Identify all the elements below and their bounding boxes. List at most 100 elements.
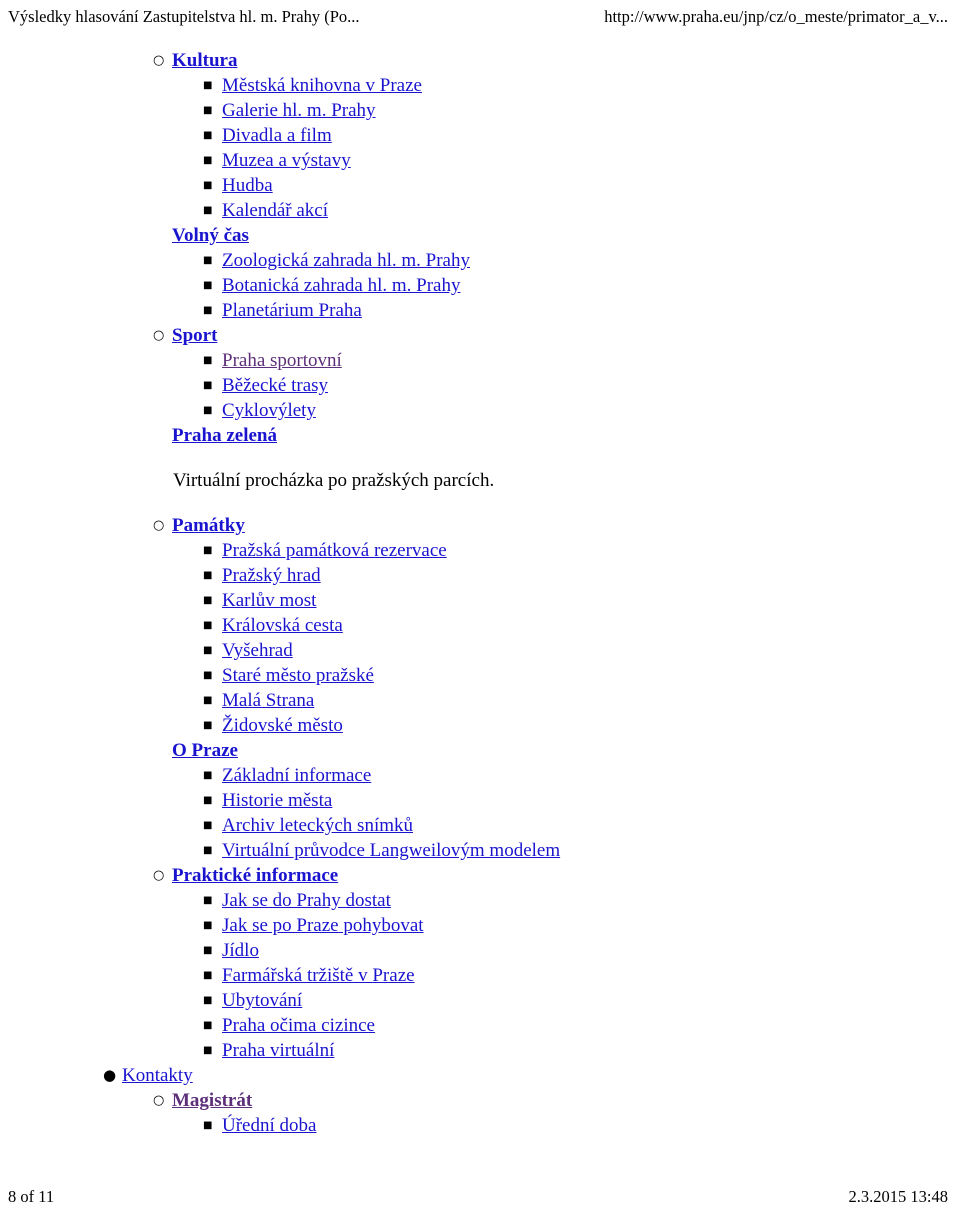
source-url: http://www.praha.eu/jnp/cz/o_meste/prima… xyxy=(604,7,948,26)
print-header: Výsledky hlasování Zastupitelstva hl. m.… xyxy=(0,0,960,34)
nav-label-slot: Památky xyxy=(172,513,245,538)
nav-link-jak-se-do-prahy-dostat[interactable]: Jak se do Prahy dostat xyxy=(222,890,391,911)
nav-link-jak-se-po-praze-pohybovat[interactable]: Jak se po Praze pohybovat xyxy=(222,915,424,936)
nav-row: ■ Královská cesta xyxy=(0,613,960,638)
nav-row: ■ Archiv leteckých snímků xyxy=(0,813,960,838)
nav-link-o-praze[interactable]: O Praze xyxy=(172,740,238,761)
nav-label-slot: Praha zelená xyxy=(172,423,277,448)
square-bullet-icon: ■ xyxy=(203,205,213,216)
nav-link-magistrat[interactable]: Magistrát xyxy=(172,1090,252,1111)
square-bullet-icon: ■ xyxy=(203,405,213,416)
square-bullet-icon: ■ xyxy=(203,545,213,556)
nav-label-slot: Praha sportovní xyxy=(222,348,342,373)
nav-row: ■ Planetárium Praha xyxy=(0,298,960,323)
nav-label-slot: Ubytování xyxy=(222,988,302,1013)
nav-label-slot: Historie města xyxy=(222,788,332,813)
document-title: Výsledky hlasování Zastupitelstva hl. m.… xyxy=(8,7,360,26)
nav-list-top: ○ Kultura ■ Městská knihovna v Praze ■ Galeri… xyxy=(0,48,960,448)
nav-link-cyklovylety[interactable]: Cyklovýlety xyxy=(222,400,316,421)
nav-link-vysehrad[interactable]: Vyšehrad xyxy=(222,640,293,661)
nav-link-zidovske-mesto[interactable]: Židovské město xyxy=(222,715,343,736)
nav-row: ■ Staré město pražské xyxy=(0,663,960,688)
nav-row: ■ Virtuální průvodce Langweilovým modelem xyxy=(0,838,960,863)
nav-link-zakladni-informace[interactable]: Základní informace xyxy=(222,765,371,786)
nav-label-slot: Židovské město xyxy=(222,713,343,738)
nav-row: ■ Jak se po Praze pohybovat xyxy=(0,913,960,938)
nav-row: ● Kontakty xyxy=(0,1063,960,1088)
nav-link-prazsky-hrad[interactable]: Pražský hrad xyxy=(222,565,321,586)
nav-link-kultura[interactable]: Kultura xyxy=(172,50,237,71)
nav-label-slot: Praha virtuální xyxy=(222,1038,334,1063)
nav-row: ■ Pražská památková rezervace xyxy=(0,538,960,563)
nav-label-slot: Pražská památková rezervace xyxy=(222,538,447,563)
nav-link-prazska-pamatkova-rezervace[interactable]: Pražská památková rezervace xyxy=(222,540,447,561)
nav-link-mala-strana[interactable]: Malá Strana xyxy=(222,690,314,711)
nav-link-stare-mesto-prazske[interactable]: Staré město pražské xyxy=(222,665,374,686)
nav-link-prakticke-informace[interactable]: Praktické informace xyxy=(172,865,338,886)
nav-link-historie-mesta[interactable]: Historie města xyxy=(222,790,332,811)
nav-row: ■ Kalendář akcí xyxy=(0,198,960,223)
nav-link-ubytovani[interactable]: Ubytování xyxy=(222,990,302,1011)
nav-link-praha-virtualni[interactable]: Praha virtuální xyxy=(222,1040,334,1061)
nav-label-slot: Městská knihovna v Praze xyxy=(222,73,422,98)
nav-link-hudba[interactable]: Hudba xyxy=(222,175,273,196)
square-bullet-icon: ■ xyxy=(203,645,213,656)
nav-label-slot: Botanická zahrada hl. m. Prahy xyxy=(222,273,460,298)
print-footer: 8 of 11 2.3.2015 13:48 xyxy=(0,1184,960,1206)
square-bullet-icon: ■ xyxy=(203,595,213,606)
nav-row: ■ Jak se do Prahy dostat xyxy=(0,888,960,913)
nav-link-muzea-a-vystavy[interactable]: Muzea a výstavy xyxy=(222,150,351,171)
nav-row: ○ Sport xyxy=(0,323,960,348)
nav-link-praha-sportovni[interactable]: Praha sportovní xyxy=(222,350,342,371)
nav-label-slot: Volný čas xyxy=(172,223,249,248)
nav-link-archiv-leteckych-snimku[interactable]: Archiv leteckých snímků xyxy=(222,815,413,836)
nav-row: ■ Židovské město xyxy=(0,713,960,738)
nav-label-slot: Zoologická zahrada hl. m. Prahy xyxy=(222,248,470,273)
nav-link-praha-zelena[interactable]: Praha zelená xyxy=(172,425,277,446)
nav-link-zoologicka-zahrada-hl-m-prahy[interactable]: Zoologická zahrada hl. m. Prahy xyxy=(222,250,470,271)
nav-row: ■ Karlův most xyxy=(0,588,960,613)
nav-link-jidlo[interactable]: Jídlo xyxy=(222,940,259,961)
nav-link-sport[interactable]: Sport xyxy=(172,325,217,346)
nav-link-praha-ocima-cizince[interactable]: Praha očima cizince xyxy=(222,1015,375,1036)
disc-bullet-icon: ● xyxy=(103,1066,117,1084)
nav-label-slot: Malá Strana xyxy=(222,688,314,713)
nav-label-slot: Archiv leteckých snímků xyxy=(222,813,413,838)
nav-link-planetarium-praha[interactable]: Planetárium Praha xyxy=(222,300,362,321)
nav-link-kralovska-cesta[interactable]: Královská cesta xyxy=(222,615,343,636)
square-bullet-icon: ■ xyxy=(203,1120,213,1131)
nav-link-bezecke-trasy[interactable]: Běžecké trasy xyxy=(222,375,328,396)
nav-link-kontakty[interactable]: Kontakty xyxy=(122,1065,193,1086)
square-bullet-icon: ■ xyxy=(203,970,213,981)
nav-link-karluv-most[interactable]: Karlův most xyxy=(222,590,316,611)
square-bullet-icon: ■ xyxy=(203,720,213,731)
nav-label-slot: Základní informace xyxy=(222,763,371,788)
circle-bullet-icon: ○ xyxy=(153,328,165,343)
nav-list-bottom: ○ Památky ■ Pražská památková rezervace ■ Pra… xyxy=(0,513,960,1138)
nav-link-kalendar-akci[interactable]: Kalendář akcí xyxy=(222,200,328,221)
square-bullet-icon: ■ xyxy=(203,1020,213,1031)
nav-link-uredni-doba[interactable]: Úřední doba xyxy=(222,1115,316,1136)
square-bullet-icon: ■ xyxy=(203,570,213,581)
nav-link-botanicka-zahrada-hl-m-prahy[interactable]: Botanická zahrada hl. m. Prahy xyxy=(222,275,460,296)
nav-row: ■ Základní informace xyxy=(0,763,960,788)
nav-link-mestska-knihovna-v-praze[interactable]: Městská knihovna v Praze xyxy=(222,75,422,96)
nav-link-divadla-a-film[interactable]: Divadla a film xyxy=(222,125,332,146)
nav-label-slot: Farmářská tržiště v Praze xyxy=(222,963,415,988)
nav-link-galerie-hl-m-prahy[interactable]: Galerie hl. m. Prahy xyxy=(222,100,376,121)
nav-label-slot: O Praze xyxy=(172,738,238,763)
nav-link-virtualni-pruvodce-langweilovym-modelem[interactable]: Virtuální průvodce Langweilovým modelem xyxy=(222,840,560,861)
nav-label-slot: Úřední doba xyxy=(222,1113,316,1138)
nav-row: ■ Botanická zahrada hl. m. Prahy xyxy=(0,273,960,298)
nav-label-slot: Planetárium Praha xyxy=(222,298,362,323)
nav-row: ○ Praktické informace xyxy=(0,863,960,888)
nav-link-farmarska-trziste-v-praze[interactable]: Farmářská tržiště v Praze xyxy=(222,965,415,986)
square-bullet-icon: ■ xyxy=(203,105,213,116)
nav-link-pamatky[interactable]: Památky xyxy=(172,515,245,536)
nav-row: ○ Magistrát xyxy=(0,1088,960,1113)
nav-link-volny-cas[interactable]: Volný čas xyxy=(172,225,249,246)
nav-row: Praha zelená xyxy=(0,423,960,448)
nav-row: ■ Muzea a výstavy xyxy=(0,148,960,173)
square-bullet-icon: ■ xyxy=(203,770,213,781)
nav-row: ■ Praha virtuální xyxy=(0,1038,960,1063)
